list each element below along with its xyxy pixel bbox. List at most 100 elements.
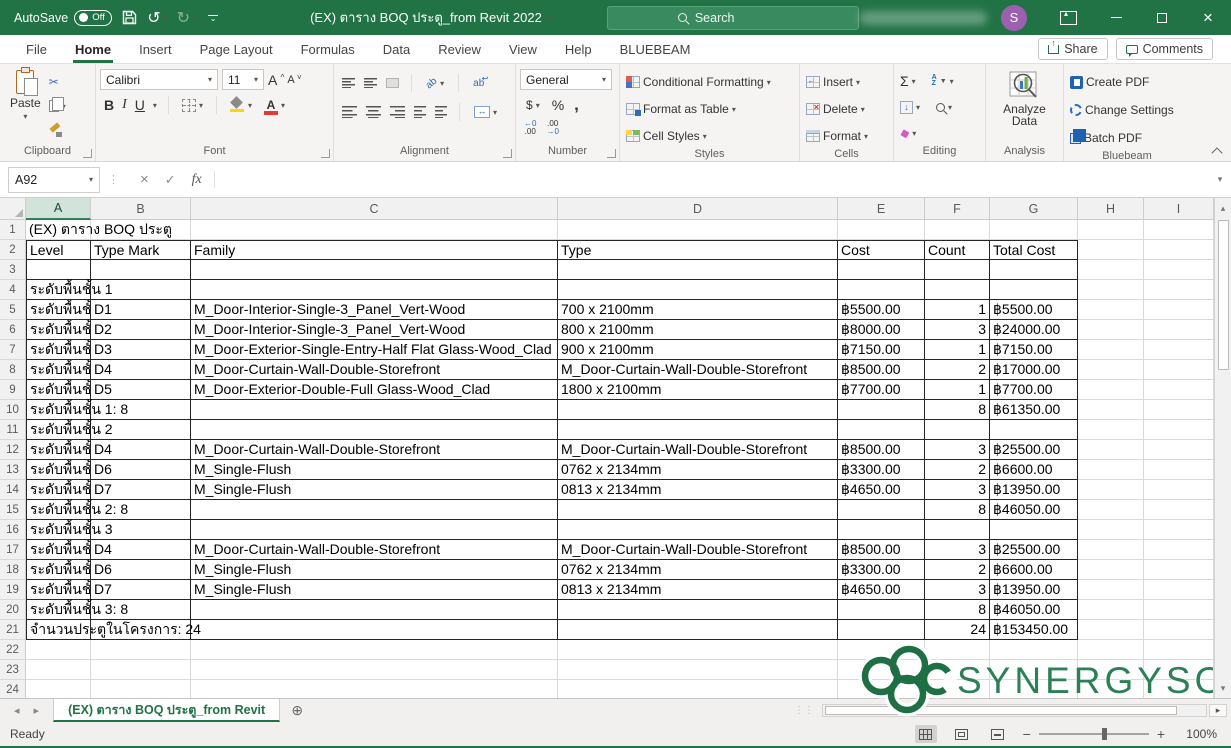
cell-F13[interactable]: 2: [925, 460, 990, 480]
cell-D13[interactable]: 0762 x 2134mm: [558, 460, 838, 480]
cell-H15[interactable]: [1078, 500, 1144, 520]
tab-data[interactable]: Data: [369, 35, 424, 63]
cell-A3[interactable]: [26, 260, 91, 280]
collapse-ribbon-button[interactable]: [1211, 147, 1222, 158]
cell-G15[interactable]: ฿46050.00: [990, 500, 1078, 520]
redo-button[interactable]: ↻▾: [177, 8, 196, 28]
cell-D20[interactable]: [558, 600, 838, 620]
scroll-up-icon[interactable]: ▴: [1215, 198, 1231, 218]
horizontal-scrollbar[interactable]: [822, 704, 1207, 717]
row-header-8[interactable]: 8: [0, 360, 26, 380]
cell-A6[interactable]: ระดับพื้นชั้น 1: [26, 320, 91, 340]
cell-G17[interactable]: ฿25500.00: [990, 540, 1078, 560]
cell-F5[interactable]: 1: [925, 300, 990, 320]
cell-F6[interactable]: 3: [925, 320, 990, 340]
cell-G16[interactable]: [990, 520, 1078, 540]
cell-D14[interactable]: 0813 x 2134mm: [558, 480, 838, 500]
avatar[interactable]: S: [1001, 5, 1027, 31]
row-header-18[interactable]: 18: [0, 560, 26, 580]
save-button[interactable]: [122, 10, 137, 25]
cell-I22[interactable]: [1144, 640, 1214, 660]
row-header-2[interactable]: 2: [0, 240, 26, 260]
cell-I16[interactable]: [1144, 520, 1214, 540]
cell-E6[interactable]: ฿8000.00: [838, 320, 925, 340]
cell-E4[interactable]: [838, 280, 925, 300]
cell-D7[interactable]: 900 x 2100mm: [558, 340, 838, 360]
cell-C17[interactable]: M_Door-Curtain-Wall-Double-Storefront: [191, 540, 558, 560]
cell-F21[interactable]: 24: [925, 620, 990, 640]
cell-G24[interactable]: [990, 680, 1078, 698]
cell-D21[interactable]: [558, 620, 838, 640]
cell-A16[interactable]: ระดับพื้นชั้น 3: [26, 520, 91, 540]
row-header-3[interactable]: 3: [0, 260, 26, 280]
cell-H16[interactable]: [1078, 520, 1144, 540]
cell-A4[interactable]: ระดับพื้นชั้น 1: [26, 280, 91, 300]
column-header-B[interactable]: B: [91, 198, 191, 220]
format-painter-button[interactable]: [47, 119, 68, 141]
cell-D4[interactable]: [558, 280, 838, 300]
cell-B22[interactable]: [91, 640, 191, 660]
cell-H24[interactable]: [1078, 680, 1144, 698]
clipboard-dialog-launcher[interactable]: [83, 149, 92, 158]
row-header-14[interactable]: 14: [0, 480, 26, 500]
cell-I9[interactable]: [1144, 380, 1214, 400]
align-center-button[interactable]: [366, 106, 381, 118]
cell-E8[interactable]: ฿8500.00: [838, 360, 925, 380]
cell-H14[interactable]: [1078, 480, 1144, 500]
cell-E17[interactable]: ฿8500.00: [838, 540, 925, 560]
column-header-E[interactable]: E: [838, 198, 925, 220]
cell-H9[interactable]: [1078, 380, 1144, 400]
cell-B13[interactable]: D6: [91, 460, 191, 480]
tab-review[interactable]: Review: [424, 35, 495, 63]
search-input[interactable]: Search: [607, 6, 859, 30]
zoom-out-button[interactable]: −: [1023, 726, 1031, 742]
cell-I23[interactable]: [1144, 660, 1214, 680]
number-format-select[interactable]: General▾: [520, 69, 612, 90]
autosum-button[interactable]: Σ▾: [898, 70, 918, 92]
column-header-C[interactable]: C: [191, 198, 558, 220]
cell-H12[interactable]: [1078, 440, 1144, 460]
paste-dropdown-icon[interactable]: ▾: [23, 112, 27, 121]
cell-H3[interactable]: [1078, 260, 1144, 280]
cell-H8[interactable]: [1078, 360, 1144, 380]
autosave-switch-icon[interactable]: Off: [74, 10, 112, 26]
cell-D19[interactable]: 0813 x 2134mm: [558, 580, 838, 600]
cell-E12[interactable]: ฿8500.00: [838, 440, 925, 460]
cell-E22[interactable]: [838, 640, 925, 660]
tab-insert[interactable]: Insert: [125, 35, 186, 63]
cell-H4[interactable]: [1078, 280, 1144, 300]
bold-button[interactable]: B: [104, 97, 114, 113]
cell-H23[interactable]: [1078, 660, 1144, 680]
cell-F1[interactable]: [925, 220, 990, 240]
increase-decimal-button[interactable]: ←0.00: [524, 120, 536, 136]
column-header-A[interactable]: A: [26, 198, 91, 220]
borders-button[interactable]: ▾: [180, 94, 205, 116]
cell-D10[interactable]: [558, 400, 838, 420]
cell-G12[interactable]: ฿25500.00: [990, 440, 1078, 460]
cell-F22[interactable]: [925, 640, 990, 660]
cell-C6[interactable]: M_Door-Interior-Single-3_Panel_Vert-Wood: [191, 320, 558, 340]
row-header-11[interactable]: 11: [0, 420, 26, 440]
cell-H13[interactable]: [1078, 460, 1144, 480]
cell-E14[interactable]: ฿4650.00: [838, 480, 925, 500]
zoom-level[interactable]: 100%: [1179, 727, 1217, 741]
cell-F10[interactable]: 8: [925, 400, 990, 420]
copy-button[interactable]: ▾: [47, 95, 68, 117]
conditional-formatting-button[interactable]: Conditional Formatting▾: [624, 71, 773, 93]
close-button[interactable]: ×: [1185, 0, 1231, 35]
cell-D8[interactable]: M_Door-Curtain-Wall-Double-Storefront: [558, 360, 838, 380]
row-header-9[interactable]: 9: [0, 380, 26, 400]
cell-A1[interactable]: (EX) ตาราง BOQ ประตู: [26, 220, 91, 240]
middle-align-button[interactable]: [364, 78, 377, 88]
cell-F11[interactable]: [925, 420, 990, 440]
cancel-icon[interactable]: ×: [140, 171, 149, 188]
fill-color-button[interactable]: ▾: [228, 94, 254, 116]
cell-D12[interactable]: M_Door-Curtain-Wall-Double-Storefront: [558, 440, 838, 460]
cell-C14[interactable]: M_Single-Flush: [191, 480, 558, 500]
cell-I7[interactable]: [1144, 340, 1214, 360]
hscroll-right-icon[interactable]: ▸: [1209, 704, 1227, 717]
row-header-5[interactable]: 5: [0, 300, 26, 320]
cell-F14[interactable]: 3: [925, 480, 990, 500]
cell-I18[interactable]: [1144, 560, 1214, 580]
cell-E2[interactable]: Cost: [838, 240, 925, 260]
